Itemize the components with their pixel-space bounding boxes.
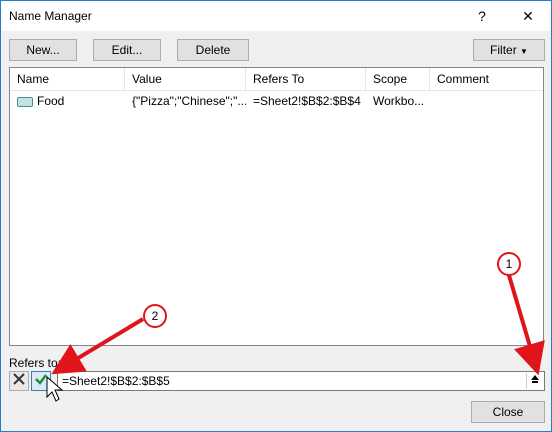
new-button-label: New... <box>26 43 60 57</box>
callout-1: 1 <box>497 252 521 276</box>
name-text: Food <box>37 94 65 108</box>
edit-button[interactable]: Edit... <box>93 39 161 61</box>
named-range-icon <box>17 96 33 107</box>
help-button[interactable]: ? <box>459 1 505 31</box>
callout-2: 2 <box>143 304 167 328</box>
column-header-comment[interactable]: Comment <box>430 68 543 90</box>
close-button-label: Close <box>492 405 524 419</box>
delete-button[interactable]: Delete <box>177 39 249 61</box>
column-header-name[interactable]: Name <box>10 68 125 90</box>
window-title: Name Manager <box>9 9 92 23</box>
delete-button-label: Delete <box>195 43 231 57</box>
filter-button-label: Filter <box>490 43 517 57</box>
dropdown-arrow-icon: ▼ <box>520 47 528 56</box>
confirm-edit-icon[interactable] <box>31 371 51 391</box>
name-manager-dialog: Name Manager ? ✕ New... Edit... Delete F… <box>0 0 552 432</box>
refers-to-value: =Sheet2!$B$2:$B$5 <box>62 374 170 388</box>
refers-to-label-text: Refers to: <box>9 356 62 370</box>
close-window-button[interactable]: ✕ <box>505 1 551 31</box>
title-bar: Name Manager ? ✕ <box>1 1 551 31</box>
close-button[interactable]: Close <box>471 401 545 423</box>
refers-to-cell: =Sheet2!$B$2:$B$4 <box>253 94 361 108</box>
filter-button[interactable]: Filter ▼ <box>473 39 545 61</box>
comment-cell <box>430 91 543 111</box>
new-button[interactable]: New... <box>9 39 77 61</box>
scope-cell: Workbo... <box>373 94 425 108</box>
column-header-refers-to[interactable]: Refers To <box>246 68 366 90</box>
collapse-dialog-icon[interactable] <box>526 373 543 389</box>
value-cell: {"Pizza";"Chinese";"... <box>132 94 246 108</box>
names-list[interactable]: Name Value Refers To Scope Comment Food … <box>9 67 544 346</box>
cancel-edit-icon[interactable] <box>9 371 29 391</box>
refers-to-input[interactable]: =Sheet2!$B$2:$B$5 <box>57 371 545 391</box>
edit-button-label: Edit... <box>111 43 143 57</box>
refers-to-label: Refers to: <box>9 356 61 370</box>
column-header-scope[interactable]: Scope <box>366 68 430 90</box>
column-header-value[interactable]: Value <box>125 68 246 90</box>
name-cell: Food <box>10 91 125 111</box>
